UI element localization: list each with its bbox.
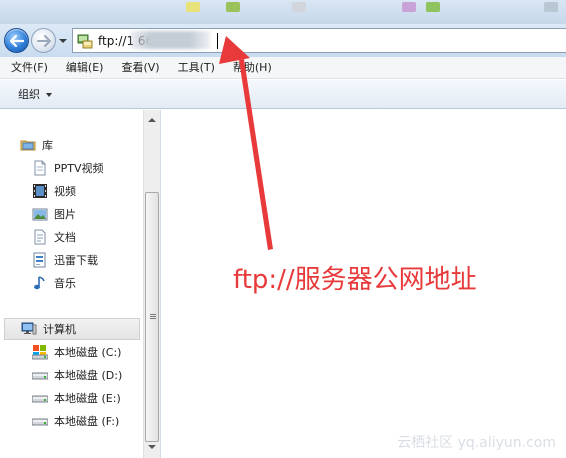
- nav-drive-d[interactable]: 本地磁盘 (D:): [32, 365, 122, 385]
- nav-library[interactable]: 库: [20, 135, 53, 155]
- menu-help[interactable]: 帮助(H): [228, 59, 277, 77]
- nav-drive-c[interactable]: 本地磁盘 (C:): [32, 342, 121, 362]
- nav-drive-f[interactable]: 本地磁盘 (F:): [32, 411, 119, 431]
- nav-item-label: 本地磁盘 (F:): [54, 415, 120, 428]
- nav-item-thunder-downloads[interactable]: 迅雷下载: [32, 250, 98, 270]
- address-bar[interactable]: ftp://1 66/: [72, 28, 566, 53]
- menu-tools[interactable]: 工具(T): [173, 59, 220, 77]
- back-button[interactable]: [4, 28, 29, 53]
- app-tile: [292, 2, 306, 12]
- grip-line: [150, 318, 156, 319]
- top-strip: [0, 0, 566, 24]
- text-cursor: [217, 33, 218, 49]
- nav-item-label: 迅雷下载: [54, 254, 98, 267]
- grip-line: [150, 316, 156, 317]
- picture-icon: [32, 208, 48, 221]
- forward-button[interactable]: [31, 28, 56, 53]
- nav-item-label: 图片: [54, 208, 76, 221]
- nav-item-documents[interactable]: 文档: [32, 227, 76, 247]
- menu-bar: 文件(F) 编辑(E) 查看(V) 工具(T) 帮助(H): [0, 57, 566, 79]
- app-tile: [544, 2, 558, 12]
- system-drive-icon: [32, 345, 48, 360]
- nav-scrollbar[interactable]: [143, 110, 160, 458]
- computer-icon: [21, 322, 37, 335]
- hard-drive-icon: [32, 395, 48, 403]
- nav-item-label: 音乐: [54, 277, 76, 290]
- watermark: 云栖社区 yq.aliyun.com: [397, 435, 556, 451]
- documents-icon: [34, 229, 46, 245]
- scroll-up-icon[interactable]: [148, 118, 156, 122]
- app-tile: [186, 2, 200, 12]
- grip-line: [150, 314, 156, 315]
- navigation-pane: 库 PPTV视频 视频 图片 文档 迅雷下载 音乐 计算机 本地磁盘 (C:) …: [0, 110, 144, 458]
- nav-item-label: 本地磁盘 (C:): [54, 346, 122, 359]
- nav-item-video[interactable]: 视频: [32, 181, 76, 201]
- nav-item-music[interactable]: 音乐: [32, 273, 76, 293]
- nav-item-pptv[interactable]: PPTV视频: [32, 158, 104, 178]
- menu-view[interactable]: 查看(V): [116, 59, 164, 77]
- organize-button[interactable]: 组织: [14, 86, 56, 104]
- nav-item-label: 视频: [54, 185, 76, 198]
- command-bar: 组织: [0, 80, 566, 109]
- organize-label: 组织: [18, 88, 40, 101]
- hard-drive-icon: [32, 418, 48, 426]
- scroll-down-icon[interactable]: [148, 445, 156, 449]
- nav-library-label: 库: [42, 139, 53, 152]
- recent-pages-dropdown[interactable]: [58, 35, 68, 47]
- document-icon: [34, 160, 46, 176]
- scrollbar-thumb[interactable]: [145, 192, 159, 442]
- hard-drive-icon: [32, 372, 48, 380]
- film-icon: [33, 184, 47, 198]
- nav-item-pictures[interactable]: 图片: [32, 204, 76, 224]
- download-folder-icon: [33, 252, 46, 268]
- redacted-mask: [130, 31, 210, 49]
- library-icon: [20, 140, 36, 151]
- ftp-site-icon: [77, 34, 93, 49]
- back-arrow-icon: [9, 34, 24, 47]
- menu-file[interactable]: 文件(F): [6, 59, 53, 77]
- music-note-icon: [34, 276, 45, 290]
- chevron-down-icon: [59, 39, 67, 43]
- app-tile: [426, 2, 440, 12]
- nav-item-label: 本地磁盘 (D:): [54, 369, 123, 382]
- annotation-label: ftp://服务器公网地址: [233, 265, 477, 295]
- nav-item-label: PPTV视频: [54, 162, 104, 175]
- nav-drive-e[interactable]: 本地磁盘 (E:): [32, 388, 121, 408]
- nav-item-label: 文档: [54, 231, 76, 244]
- app-tile: [226, 2, 240, 12]
- chevron-down-icon: [46, 93, 52, 97]
- app-tile: [402, 2, 416, 12]
- nav-item-label: 本地磁盘 (E:): [54, 392, 121, 405]
- forward-arrow-icon: [36, 34, 51, 47]
- address-row: ftp://1 66/: [0, 24, 566, 57]
- menu-edit[interactable]: 编辑(E): [61, 59, 109, 77]
- nav-computer-label: 计算机: [43, 323, 76, 336]
- nav-computer[interactable]: 计算机: [4, 318, 140, 340]
